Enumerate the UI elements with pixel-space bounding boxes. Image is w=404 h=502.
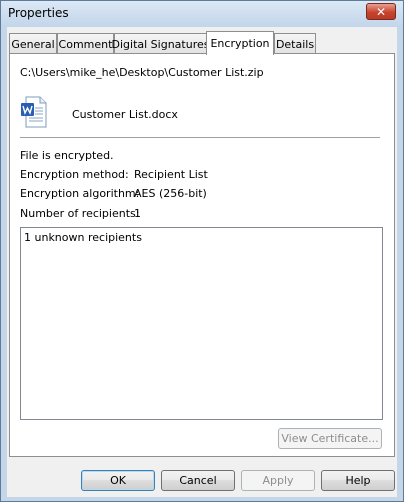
dialog-body: General Comment Digital Signatures Encry… [7, 27, 397, 497]
encryption-method-label: Encryption method: [20, 168, 129, 181]
ok-button[interactable]: OK [81, 470, 155, 491]
tab-comment[interactable]: Comment [57, 33, 114, 54]
encryption-status: File is encrypted. [20, 149, 114, 162]
word-document-icon [21, 96, 47, 128]
encryption-panel: C:\Users\mike_he\Desktop\Customer List.z… [9, 53, 395, 457]
tab-digital-signatures[interactable]: Digital Signatures [112, 33, 209, 54]
encryption-algorithm-value: AES (256-bit) [134, 187, 207, 200]
recipients-list[interactable]: 1 unknown recipients [20, 227, 383, 420]
close-icon: ✕ [375, 4, 387, 19]
file-name: Customer List.docx [72, 108, 178, 121]
cancel-button[interactable]: Cancel [161, 470, 235, 491]
properties-window: Properties ✕ General Comment Digital Sig… [0, 0, 404, 502]
recipients-count-value: 1 [134, 207, 141, 220]
tab-strip: General Comment Digital Signatures Encry… [9, 31, 395, 55]
window-title: Properties [8, 6, 69, 20]
recipients-count-label: Number of recipients: [20, 207, 140, 220]
help-button[interactable]: Help [321, 470, 395, 491]
tab-general[interactable]: General [9, 33, 57, 54]
divider [20, 137, 380, 138]
list-item[interactable]: 1 unknown recipients [24, 231, 142, 244]
tab-details[interactable]: Details [274, 33, 316, 54]
file-path: C:\Users\mike_he\Desktop\Customer List.z… [20, 66, 264, 79]
title-bar[interactable]: Properties ✕ [1, 1, 403, 27]
view-certificate-button[interactable]: View Certificate... [278, 428, 382, 449]
apply-button[interactable]: Apply [241, 470, 315, 491]
encryption-method-value: Recipient List [134, 168, 208, 181]
tab-encryption[interactable]: Encryption [206, 31, 274, 55]
encryption-algorithm-label: Encryption algorithm: [20, 187, 140, 200]
close-button[interactable]: ✕ [366, 3, 396, 20]
